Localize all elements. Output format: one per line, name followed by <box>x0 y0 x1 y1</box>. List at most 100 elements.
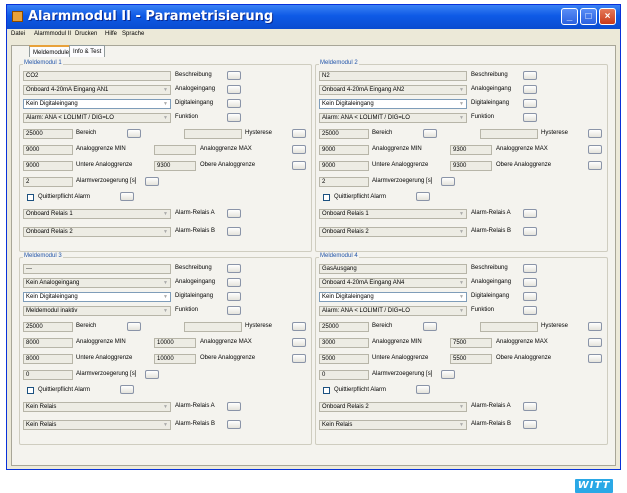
menu-sprache[interactable]: Sprache <box>122 31 144 37</box>
funktion-button[interactable] <box>227 306 241 315</box>
analoggrenze-min-field[interactable]: 9000 <box>319 145 369 155</box>
beschreibung-field[interactable]: CO2 <box>23 71 171 81</box>
digitaleingang-select[interactable]: Kein Digitaleingang ▼ <box>319 99 467 109</box>
alarm-relais-a-button[interactable] <box>523 209 537 218</box>
alarm-relais-a-select[interactable]: Onboard Relais 2 ▼ <box>319 402 467 412</box>
untere-analoggrenze-field[interactable]: 5000 <box>319 354 369 364</box>
alarmverzoegerung-button[interactable] <box>145 177 159 186</box>
alarm-relais-b-select[interactable]: Kein Relais ▼ <box>319 420 467 430</box>
hysterese-button[interactable] <box>588 129 602 138</box>
analogeingang-select[interactable]: Onboard 4-20mA Eingang AN1 ▼ <box>23 85 171 95</box>
tab-info-test[interactable]: Info & Test <box>69 45 106 57</box>
bereich-button[interactable] <box>127 129 141 138</box>
close-button[interactable]: × <box>599 8 616 25</box>
funktion-select[interactable]: Alarm: ANA < LOLIMIT / DIG=LO ▼ <box>319 306 467 316</box>
bereich-button[interactable] <box>127 322 141 331</box>
bereich-field[interactable]: 25000 <box>23 322 73 332</box>
quittierpflicht-checkbox[interactable] <box>27 194 34 201</box>
alarm-relais-a-button[interactable] <box>227 209 241 218</box>
obere-analoggrenze-field[interactable]: 10000 <box>154 354 196 364</box>
grenzen-button[interactable] <box>588 161 602 170</box>
bereich-field[interactable]: 25000 <box>319 322 369 332</box>
alarm-relais-a-select[interactable]: Onboard Relais 1 ▼ <box>23 209 171 219</box>
beschreibung-field[interactable]: GasAusgang <box>319 264 467 274</box>
alarm-relais-b-button[interactable] <box>227 420 241 429</box>
hysterese-field[interactable] <box>480 129 538 139</box>
obere-analoggrenze-field[interactable]: 9300 <box>154 161 196 171</box>
quittierpflicht-checkbox[interactable] <box>323 194 330 201</box>
funktion-button[interactable] <box>523 306 537 315</box>
grenzen-button[interactable] <box>292 354 306 363</box>
digitaleingang-select[interactable]: Kein Digitaleingang ▼ <box>319 292 467 302</box>
analogeingang-select[interactable]: Kein Analogeingang ▼ <box>23 278 171 288</box>
alarmverzoegerung-button[interactable] <box>145 370 159 379</box>
alarmverzoegerung-field[interactable]: 2 <box>23 177 73 187</box>
menu-alarmmodul[interactable]: Alarmmodul II <box>34 31 71 37</box>
digitaleingang-button[interactable] <box>227 99 241 108</box>
bereich-field[interactable]: 25000 <box>23 129 73 139</box>
analogeingang-select[interactable]: Onboard 4-20mA Eingang AN2 ▼ <box>319 85 467 95</box>
bereich-button[interactable] <box>423 129 437 138</box>
alarm-relais-b-select[interactable]: Onboard Relais 2 ▼ <box>23 227 171 237</box>
menu-hilfe[interactable]: Hilfe <box>105 31 117 37</box>
alarm-relais-a-button[interactable] <box>227 402 241 411</box>
untere-analoggrenze-field[interactable]: 8000 <box>23 354 73 364</box>
quittierpflicht-button[interactable] <box>120 385 134 394</box>
analogeingang-button[interactable] <box>523 85 537 94</box>
hysterese-field[interactable] <box>184 129 242 139</box>
analogeingang-button[interactable] <box>227 278 241 287</box>
hysterese-field[interactable] <box>480 322 538 332</box>
analoggrenze-button[interactable] <box>588 145 602 154</box>
analoggrenze-min-field[interactable]: 9000 <box>23 145 73 155</box>
beschreibung-field[interactable]: --- <box>23 264 171 274</box>
quittierpflicht-checkbox[interactable] <box>27 387 34 394</box>
untere-analoggrenze-field[interactable]: 9000 <box>23 161 73 171</box>
minimize-button[interactable]: _ <box>561 8 578 25</box>
beschreibung-button[interactable] <box>227 71 241 80</box>
bereich-button[interactable] <box>423 322 437 331</box>
alarm-relais-a-button[interactable] <box>523 402 537 411</box>
alarmverzoegerung-field[interactable]: 0 <box>23 370 73 380</box>
alarmverzoegerung-button[interactable] <box>441 370 455 379</box>
beschreibung-field[interactable]: N2 <box>319 71 467 81</box>
alarmverzoegerung-button[interactable] <box>441 177 455 186</box>
quittierpflicht-checkbox[interactable] <box>323 387 330 394</box>
analoggrenze-max-field[interactable] <box>154 145 196 155</box>
grenzen-button[interactable] <box>292 161 306 170</box>
alarm-relais-b-select[interactable]: Onboard Relais 2 ▼ <box>319 227 467 237</box>
digitaleingang-button[interactable] <box>523 99 537 108</box>
hysterese-field[interactable] <box>184 322 242 332</box>
bereich-field[interactable]: 25000 <box>319 129 369 139</box>
beschreibung-button[interactable] <box>523 264 537 273</box>
obere-analoggrenze-field[interactable]: 9300 <box>450 161 492 171</box>
alarm-relais-b-select[interactable]: Kein Relais ▼ <box>23 420 171 430</box>
funktion-select[interactable]: Meldemodul inaktiv ▼ <box>23 306 171 316</box>
analogeingang-button[interactable] <box>227 85 241 94</box>
beschreibung-button[interactable] <box>227 264 241 273</box>
analoggrenze-min-field[interactable]: 3000 <box>319 338 369 348</box>
obere-analoggrenze-field[interactable]: 5500 <box>450 354 492 364</box>
hysterese-button[interactable] <box>588 322 602 331</box>
digitaleingang-select[interactable]: Kein Digitaleingang ▼ <box>23 292 171 302</box>
maximize-button[interactable]: □ <box>580 8 597 25</box>
tab-meldemodule[interactable]: Meldemodule <box>29 45 74 57</box>
analoggrenze-button[interactable] <box>292 338 306 347</box>
funktion-button[interactable] <box>227 113 241 122</box>
funktion-select[interactable]: Alarm: ANA < LOLIMIT / DIG=LO ▼ <box>23 113 171 123</box>
funktion-button[interactable] <box>523 113 537 122</box>
analoggrenze-max-field[interactable]: 7500 <box>450 338 492 348</box>
analogeingang-select[interactable]: Onboard 4-20mA Eingang AN4 ▼ <box>319 278 467 288</box>
hysterese-button[interactable] <box>292 129 306 138</box>
hysterese-button[interactable] <box>292 322 306 331</box>
alarm-relais-a-select[interactable]: Onboard Relais 1 ▼ <box>319 209 467 219</box>
analoggrenze-max-field[interactable]: 10000 <box>154 338 196 348</box>
digitaleingang-button[interactable] <box>227 292 241 301</box>
analoggrenze-button[interactable] <box>588 338 602 347</box>
alarmverzoegerung-field[interactable]: 0 <box>319 370 369 380</box>
digitaleingang-button[interactable] <box>523 292 537 301</box>
quittierpflicht-button[interactable] <box>120 192 134 201</box>
quittierpflicht-button[interactable] <box>416 385 430 394</box>
quittierpflicht-button[interactable] <box>416 192 430 201</box>
grenzen-button[interactable] <box>588 354 602 363</box>
beschreibung-button[interactable] <box>523 71 537 80</box>
